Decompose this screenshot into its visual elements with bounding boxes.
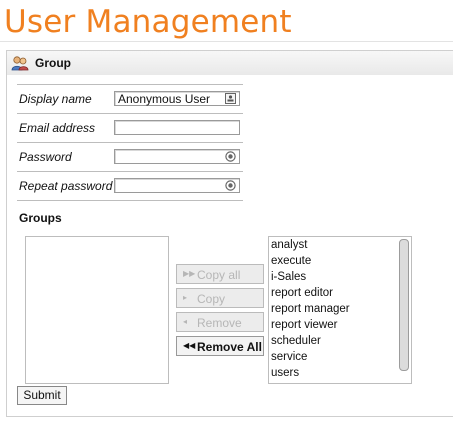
- contact-card-icon[interactable]: [225, 93, 236, 104]
- password-label: Password: [19, 150, 72, 164]
- group-panel: Group Display name Anonymous User Email …: [6, 50, 453, 417]
- copy-label: Copy: [197, 292, 226, 306]
- remove-button[interactable]: ◂ Remove: [176, 312, 264, 332]
- arrow-right-icon: ▸: [183, 293, 188, 302]
- display-name-row: Display name Anonymous User: [17, 84, 243, 113]
- groups-heading: Groups: [19, 211, 62, 225]
- selected-groups-list[interactable]: [25, 236, 169, 384]
- page-title: User Management: [4, 4, 292, 40]
- password-reveal-icon[interactable]: [225, 151, 236, 162]
- copy-all-label: Copy all: [197, 268, 241, 282]
- display-name-input[interactable]: Anonymous User: [114, 91, 240, 106]
- repeat-password-field[interactable]: [114, 178, 240, 193]
- list-item[interactable]: users: [269, 365, 411, 381]
- skip-forward-icon: ▶▶: [183, 269, 196, 278]
- list-item[interactable]: report manager: [269, 301, 411, 317]
- repeat-password-label: Repeat password: [19, 179, 113, 193]
- display-name-value: Anonymous User: [118, 92, 211, 106]
- list-item[interactable]: service: [269, 349, 411, 365]
- title-divider: [0, 41, 453, 42]
- email-row: Email address: [17, 113, 243, 142]
- list-item[interactable]: i-Sales: [269, 269, 411, 285]
- list-item[interactable]: analyst: [269, 237, 411, 253]
- remove-label: Remove: [197, 316, 242, 330]
- remove-all-button[interactable]: ◀◀ Remove All: [176, 336, 264, 356]
- user-form: Display name Anonymous User Email addres…: [17, 84, 243, 201]
- copy-button[interactable]: ▸ Copy: [176, 288, 264, 308]
- submit-button[interactable]: Submit: [17, 386, 67, 405]
- arrow-left-icon: ◂: [183, 317, 188, 326]
- password-reveal-icon[interactable]: [225, 180, 236, 191]
- remove-all-label: Remove All: [197, 340, 262, 354]
- password-row: Password: [17, 142, 243, 171]
- list-item[interactable]: report viewer: [269, 317, 411, 333]
- copy-all-button[interactable]: ▶▶ Copy all: [176, 264, 264, 284]
- list-item[interactable]: report editor: [269, 285, 411, 301]
- repeat-password-row: Repeat password: [17, 171, 243, 201]
- group-move-buttons: ▶▶ Copy all ▸ Copy ◂ Remove ◀◀ Remove Al…: [176, 264, 264, 360]
- users-group-icon: [11, 56, 29, 71]
- email-label: Email address: [19, 121, 96, 135]
- list-item[interactable]: execute: [269, 253, 411, 269]
- email-field[interactable]: [114, 120, 240, 135]
- password-field[interactable]: [114, 149, 240, 164]
- scrollbar[interactable]: [399, 239, 409, 371]
- panel-header: Group: [7, 50, 453, 75]
- available-groups-list[interactable]: analyst execute i-Sales report editor re…: [268, 236, 412, 384]
- list-item[interactable]: scheduler: [269, 333, 411, 349]
- display-name-label: Display name: [19, 92, 92, 106]
- skip-back-icon: ◀◀: [183, 341, 196, 350]
- panel-title: Group: [35, 56, 71, 70]
